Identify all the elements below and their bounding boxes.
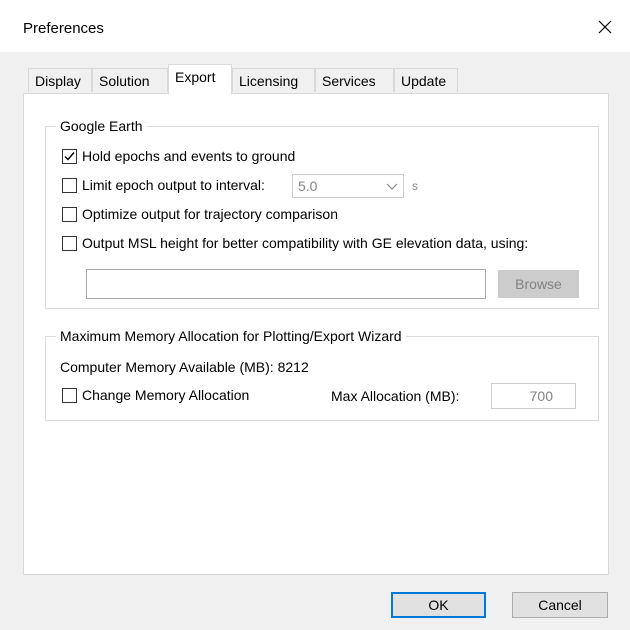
interval-unit: s [412, 179, 418, 193]
memory-legend: Maximum Memory Allocation for Plotting/E… [56, 328, 406, 345]
limit-epoch-row: Limit epoch output to interval: [62, 177, 265, 193]
limit-epoch-label: Limit epoch output to interval: [82, 177, 265, 193]
change-alloc-label: Change Memory Allocation [82, 387, 250, 403]
optimize-checkbox[interactable] [62, 206, 77, 222]
tab-licensing[interactable]: Licensing [232, 68, 315, 92]
interval-combo[interactable]: 5.0 [292, 174, 404, 198]
interval-value: 5.0 [298, 178, 318, 194]
optimize-label: Optimize output for trajectory compariso… [82, 206, 338, 222]
cancel-button[interactable]: Cancel [512, 592, 608, 618]
memory-group: Maximum Memory Allocation for Plotting/E… [45, 328, 599, 421]
max-alloc-input[interactable]: 700 [491, 383, 576, 409]
change-alloc-row: Change Memory Allocation [62, 387, 249, 403]
tab-services[interactable]: Services [315, 68, 394, 92]
limit-epoch-checkbox[interactable] [62, 177, 77, 193]
hold-epochs-row: Hold epochs and events to ground [62, 148, 295, 164]
ok-button[interactable]: OK [391, 592, 486, 618]
window-title: Preferences [23, 20, 104, 37]
max-alloc-label: Max Allocation (MB): [331, 388, 460, 404]
google-earth-group: Google Earth Hold epochs and events to g… [45, 118, 599, 309]
tab-update[interactable]: Update [394, 68, 458, 92]
memory-available-text: Computer Memory Available (MB): 8212 [60, 359, 309, 375]
hold-epochs-checkbox[interactable] [62, 148, 77, 164]
optimize-row: Optimize output for trajectory compariso… [62, 206, 338, 222]
chevron-down-icon [386, 183, 398, 190]
change-alloc-checkbox[interactable] [62, 387, 77, 403]
geoid-path-input[interactable] [86, 269, 486, 299]
title-bar: Preferences [0, 0, 630, 52]
tab-export[interactable]: Export [168, 64, 232, 94]
checkmark-icon [64, 151, 75, 161]
tab-display[interactable]: Display [28, 68, 92, 92]
tab-solution[interactable]: Solution [92, 68, 168, 92]
hold-epochs-label: Hold epochs and events to ground [82, 148, 296, 164]
export-tab-panel: Google Earth Hold epochs and events to g… [23, 93, 609, 575]
close-icon[interactable] [590, 12, 620, 42]
output-msl-checkbox[interactable] [62, 235, 77, 251]
output-msl-label: Output MSL height for better compatibili… [82, 235, 529, 251]
output-msl-row: Output MSL height for better compatibili… [62, 235, 528, 251]
google-earth-legend: Google Earth [56, 118, 147, 135]
browse-button[interactable]: Browse [498, 270, 579, 298]
